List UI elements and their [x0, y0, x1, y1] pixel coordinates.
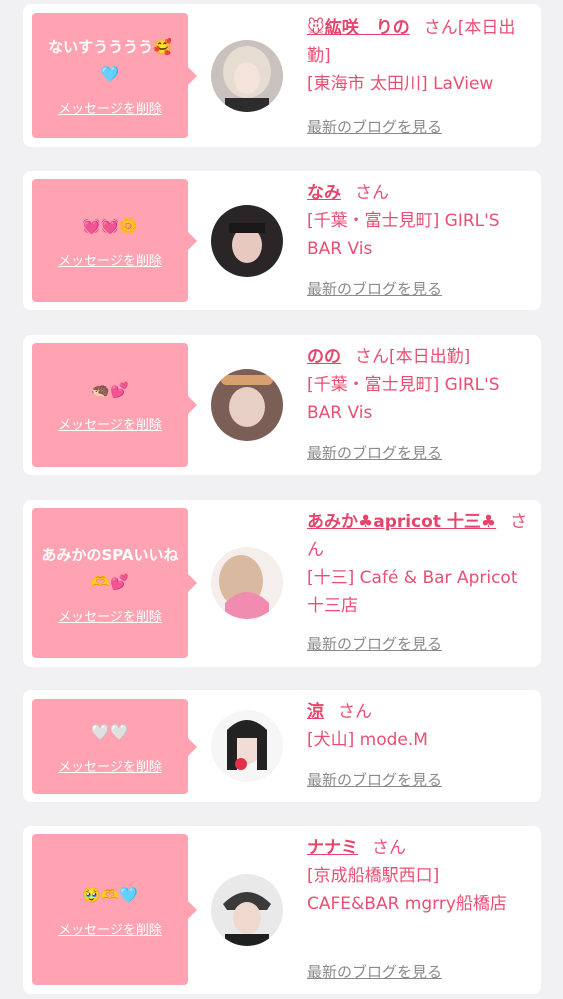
cast-name-link[interactable]: 🐭紘咲 りの: [307, 18, 410, 38]
cast-name-link[interactable]: あみか♣apricot 十三♣: [307, 512, 496, 532]
message-text: あみかのSPAいいね🫶💕: [41, 545, 179, 591]
blog-link[interactable]: 最新のブログを見る: [307, 769, 442, 790]
cast-suffix: さん: [338, 702, 372, 722]
message-text: 🦔💕: [91, 381, 129, 399]
message-card: あみかのSPAいいね🫶💕 メッセージを削除 あみか♣apricot 十三♣ さん …: [23, 500, 541, 667]
cast-name-link[interactable]: ナナミ: [307, 838, 358, 858]
cast-name-link[interactable]: なみ: [307, 183, 341, 203]
cast-info: あみか♣apricot 十三♣ さん [十三] Café & Bar Aprico…: [307, 508, 529, 620]
cast-info: なみ さん [千葉・富士見町] GIRL'S BAR Vis: [307, 179, 529, 263]
cast-info: ナナミ さん [京成船橋駅西口] CAFE&BAR mgrry船橋店: [307, 834, 529, 918]
cast-suffix: さん: [355, 183, 389, 203]
cast-info: 🐭紘咲 りの さん[本日出勤] [東海市 太田川] LaView: [307, 14, 529, 98]
message-card: 🦔💕 メッセージを削除 のの さん[本日出勤] [千葉・富士見町] GIRL'S …: [23, 335, 541, 475]
shop-location: [京成船橋駅西口] CAFE&BAR mgrry船橋店: [307, 866, 507, 914]
message-list: ないすうううう🥰🩵 メッセージを削除 🐭紘咲 りの さん[本日出勤] [東海市 太…: [0, 0, 563, 999]
avatar[interactable]: [211, 710, 283, 782]
message-bubble: 🤍🤍 メッセージを削除: [32, 699, 197, 794]
avatar[interactable]: [211, 40, 283, 112]
delete-message-link[interactable]: メッセージを削除: [58, 919, 162, 938]
blog-link[interactable]: 最新のブログを見る: [307, 278, 442, 299]
blog-link[interactable]: 最新のブログを見る: [307, 442, 442, 463]
avatar[interactable]: [211, 874, 283, 946]
message-card: 🥹🫶🩵 メッセージを削除 ナナミ さん [京成船橋駅西口] CAFE&BAR mg…: [23, 826, 541, 994]
message-card: ないすうううう🥰🩵 メッセージを削除 🐭紘咲 りの さん[本日出勤] [東海市 太…: [23, 4, 541, 147]
message-text: ないすうううう🥰🩵: [48, 38, 172, 83]
message-text: 🤍🤍: [91, 722, 129, 741]
message-bubble: ないすうううう🥰🩵 メッセージを削除: [32, 13, 197, 138]
cast-info: 涼さん [犬山] mode.M: [307, 698, 529, 754]
shop-location: [千葉・富士見町] GIRL'S BAR Vis: [307, 375, 500, 423]
delete-message-link[interactable]: メッセージを削除: [58, 606, 162, 625]
cast-suffix: さん: [372, 838, 406, 858]
shop-location: [東海市 太田川] LaView: [307, 74, 494, 94]
message-text: 💓💓🌼: [81, 216, 139, 235]
message-card: 🤍🤍 メッセージを削除 涼さん [犬山] mode.M 最新のブログを見る: [23, 690, 541, 802]
cast-name-link[interactable]: のの: [307, 347, 341, 367]
avatar[interactable]: [211, 205, 283, 277]
message-bubble: 🥹🫶🩵 メッセージを削除: [32, 834, 197, 985]
shop-location: [十三] Café & Bar Apricot 十三店: [307, 568, 518, 616]
shop-location: [犬山] mode.M: [307, 730, 428, 750]
blog-link[interactable]: 最新のブログを見る: [307, 961, 442, 982]
shop-location: [千葉・富士見町] GIRL'S BAR Vis: [307, 211, 500, 259]
cast-name-link[interactable]: 涼: [307, 702, 324, 722]
blog-link[interactable]: 最新のブログを見る: [307, 116, 442, 137]
avatar[interactable]: [211, 547, 283, 619]
message-bubble: あみかのSPAいいね🫶💕 メッセージを削除: [32, 508, 197, 658]
delete-message-link[interactable]: メッセージを削除: [58, 98, 162, 117]
message-text: 🥹🫶🩵: [81, 885, 139, 904]
delete-message-link[interactable]: メッセージを削除: [58, 250, 162, 269]
message-bubble: 🦔💕 メッセージを削除: [32, 343, 197, 467]
message-bubble: 💓💓🌼 メッセージを削除: [32, 179, 197, 302]
blog-link[interactable]: 最新のブログを見る: [307, 633, 442, 654]
message-card: 💓💓🌼 メッセージを削除 なみ さん [千葉・富士見町] GIRL'S BAR V…: [23, 171, 541, 310]
delete-message-link[interactable]: メッセージを削除: [58, 414, 162, 433]
avatar[interactable]: [211, 369, 283, 441]
delete-message-link[interactable]: メッセージを削除: [58, 756, 162, 775]
cast-suffix: さん[本日出勤]: [355, 347, 471, 367]
cast-info: のの さん[本日出勤] [千葉・富士見町] GIRL'S BAR Vis: [307, 343, 529, 427]
